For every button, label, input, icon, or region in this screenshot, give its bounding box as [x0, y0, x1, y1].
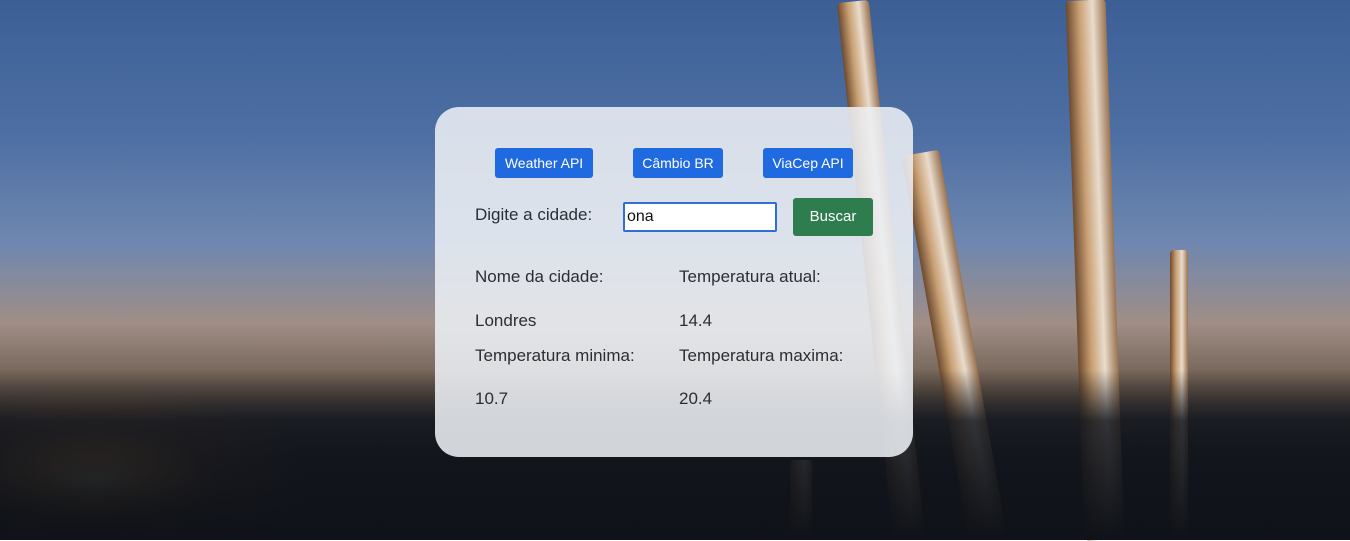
weather-api-button[interactable]: Weather API: [495, 148, 593, 178]
weather-card: Weather API Câmbio BR ViaCep API Digite …: [435, 107, 913, 457]
current-temp-label: Temperatura atual:: [679, 267, 821, 286]
min-temp-value: 10.7: [475, 389, 509, 408]
max-temp-value: 20.4: [679, 389, 713, 408]
min-temp-label: Temperatura minima:: [475, 346, 635, 365]
viacep-api-button[interactable]: ViaCep API: [763, 148, 853, 178]
max-temp-label: Temperatura maxima:: [679, 346, 844, 365]
cambio-br-button[interactable]: Câmbio BR: [633, 148, 723, 178]
city-name-value: Londres: [475, 311, 537, 330]
city-input-label: Digite a cidade:: [475, 205, 593, 224]
search-button[interactable]: Buscar: [793, 198, 873, 236]
city-input[interactable]: [623, 202, 777, 232]
current-temp-value: 14.4: [679, 311, 713, 330]
city-name-label: Nome da cidade:: [475, 267, 604, 286]
